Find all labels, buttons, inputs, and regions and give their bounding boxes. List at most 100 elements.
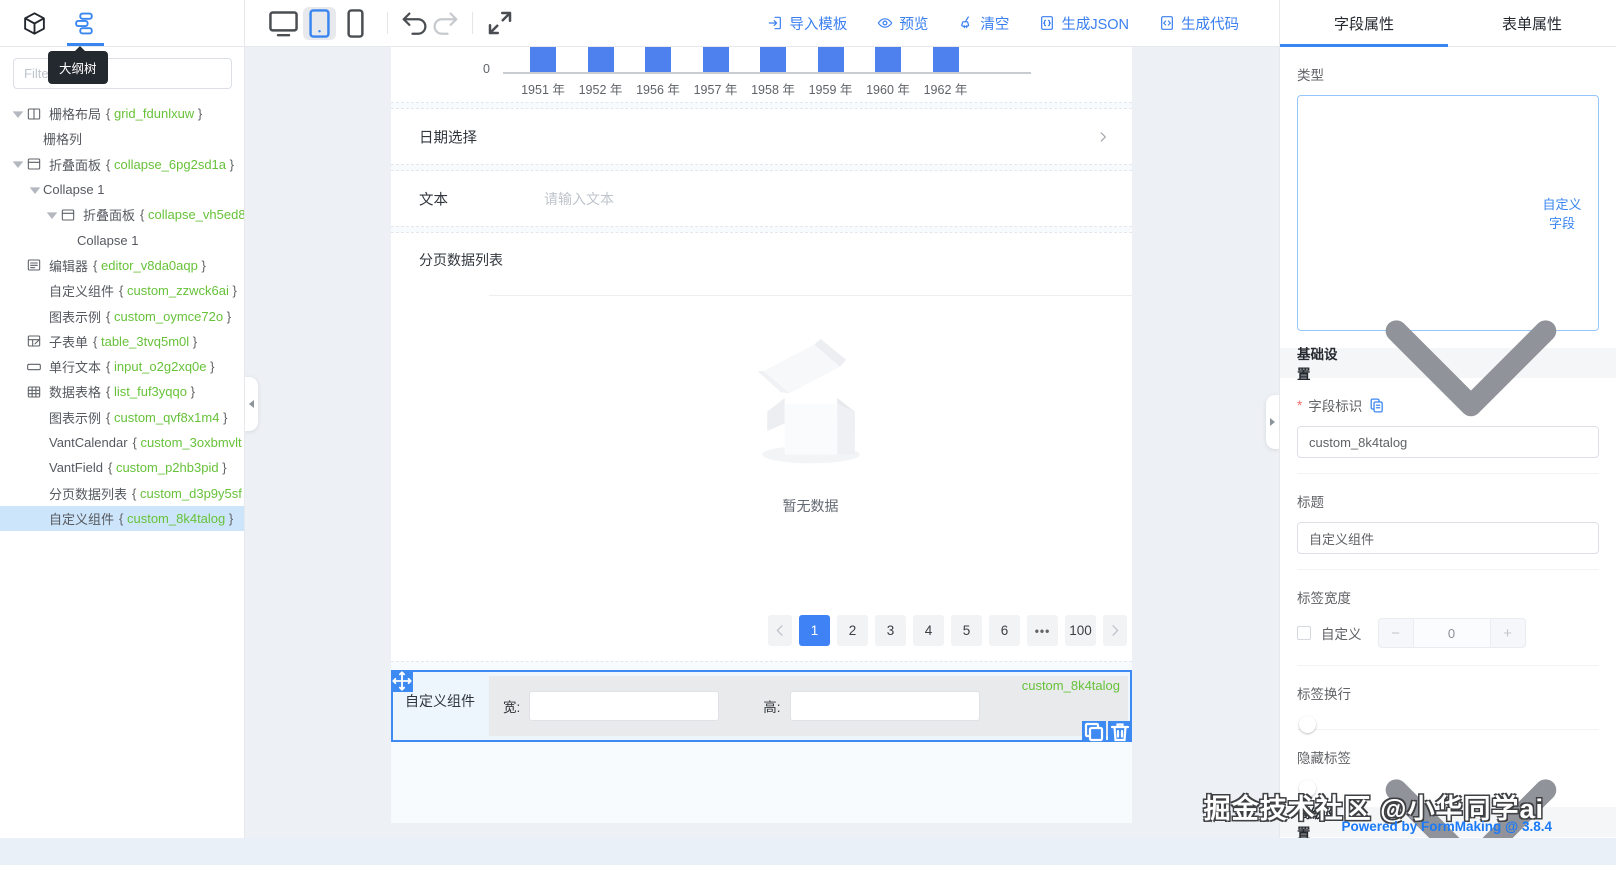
prev-page-button[interactable]: [768, 615, 792, 646]
page-button-100[interactable]: 100: [1065, 615, 1096, 646]
tree-item-custom_qvf8x1m4[interactable]: 图表示例{ custom_qvf8x1m4 }: [0, 405, 244, 430]
subform-icon: [26, 333, 42, 349]
action-code-button[interactable]: 生成代码: [1159, 13, 1239, 34]
copy-widget-button[interactable]: [1082, 721, 1106, 742]
custom-widget-selected[interactable]: 自定义组件 宽: 高: custom_8k4talog: [391, 670, 1132, 742]
page-button-6[interactable]: 6: [989, 615, 1020, 646]
tree-item-栅格列[interactable]: 栅格列: [0, 126, 244, 151]
date-picker-label: 日期选择: [419, 130, 477, 146]
chart-bar: [760, 47, 786, 72]
tree-item-collapse_6pg2sd1a[interactable]: 折叠面板{ collapse_6pg2sd1a }: [0, 152, 244, 177]
text-field-widget[interactable]: 文本 请输入文本: [391, 170, 1132, 227]
widget-actions: [1080, 721, 1132, 742]
height-input[interactable]: [789, 691, 980, 721]
tab-form-properties[interactable]: 表单属性: [1448, 0, 1616, 46]
tree-item-Collapse 1[interactable]: Collapse 1: [0, 227, 244, 252]
basic-settings-title: 基础设置: [1297, 347, 1338, 383]
basic-settings-header[interactable]: 基础设置: [1280, 320, 1616, 417]
chart-widget[interactable]: 0 1951 年 1952 年 1956 年 1957 年 1958 年 1959 年 19…: [391, 47, 1132, 103]
stepper-increase-button[interactable]: +: [1491, 619, 1525, 647]
field-id-label: 字段标识: [1308, 399, 1363, 415]
input-icon: [26, 359, 42, 375]
tree-item-custom_oymce72o[interactable]: 图表示例{ custom_oymce72o }: [0, 303, 244, 328]
tree-item-table_3tvq5m0l[interactable]: 子表单{ table_3tvq5m0l }: [0, 329, 244, 354]
title-label: 标题: [1297, 495, 1324, 511]
date-picker-widget[interactable]: 日期选择: [391, 108, 1132, 165]
tree-item-Collapse 1[interactable]: Collapse 1: [0, 177, 244, 202]
empty-box-illustration: [728, 326, 894, 472]
title-input[interactable]: [1297, 522, 1599, 555]
caret-down-icon[interactable]: [27, 182, 43, 198]
chart-bar: [530, 47, 556, 72]
device-phone-button[interactable]: [339, 7, 372, 40]
filter-input[interactable]: [13, 58, 232, 89]
width-input[interactable]: [529, 691, 720, 721]
caret-down-icon[interactable]: [44, 207, 60, 223]
tree-item-input_o2g2xq0e[interactable]: 单行文本{ input_o2g2xq0e }: [0, 354, 244, 379]
collapse-icon: [60, 207, 76, 223]
drag-handle[interactable]: [391, 670, 413, 692]
type-button-label: 自定义字段: [1542, 196, 1582, 231]
outline-tree-button[interactable]: [67, 0, 104, 46]
paged-list-widget[interactable]: 分页数据列表 暂无数据 1 2 3 4 5 6 ••• 100: [391, 232, 1132, 662]
delete-widget-button[interactable]: [1108, 721, 1132, 742]
tree-item-custom_d3p9y5sf[interactable]: 分页数据列表{ custom_d3p9y5sf }: [0, 480, 244, 505]
chart-x-tick-label: 1958 年: [751, 83, 795, 97]
tree-item-id: { custom_qvf8x1m4 }: [106, 409, 228, 425]
broom-icon: [958, 15, 974, 31]
tree-item-collapse_vh5ed878[interactable]: 折叠面板{ collapse_vh5ed878 }: [0, 202, 244, 227]
action-import-button[interactable]: 导入模板: [767, 13, 847, 34]
next-page-button[interactable]: [1103, 615, 1127, 646]
stepper-value[interactable]: 0: [1412, 619, 1491, 648]
chart-bar: [702, 47, 729, 72]
pagination: 1 2 3 4 5 6 ••• 100: [768, 615, 1127, 646]
puzzle-icon: [26, 510, 42, 526]
action-json-button[interactable]: 生成JSON: [1039, 13, 1129, 34]
header-toolbar: 导入模板 预览 清空 生成JSON 生成代码: [245, 0, 1279, 46]
puzzle-icon: [26, 283, 42, 299]
formmaking-app: 导入模板 预览 清空 生成JSON 生成代码 字段属性 表单属性 大纲树 栅格布局{ g…: [0, 0, 1616, 870]
design-canvas[interactable]: 0 1951 年 1952 年 1956 年 1957 年 1958 年 1959 年 19…: [245, 47, 1279, 838]
tree-item-grid_fdunlxuw[interactable]: 栅格布局{ grid_fdunlxuw }: [0, 101, 244, 126]
page-button-1[interactable]: 1: [799, 615, 830, 646]
action-label: 生成JSON: [1061, 16, 1129, 33]
device-tablet-button[interactable]: [303, 6, 336, 40]
tree-item-custom_zzwck6ai[interactable]: 自定义组件{ custom_zzwck6ai }: [0, 278, 244, 303]
paged-list-label: 分页数据列表: [419, 252, 503, 268]
tree-item-id: { custom_oymce72o }: [106, 308, 232, 324]
collapse-right-panel-handle[interactable]: [1266, 395, 1279, 449]
tree-item-label: 折叠面板: [49, 157, 102, 173]
action-broom-button[interactable]: 清空: [958, 13, 1009, 34]
tab-field-properties[interactable]: 字段属性: [1280, 0, 1448, 47]
device-desktop-button[interactable]: [267, 7, 300, 40]
text-field-placeholder: 请输入文本: [544, 190, 614, 207]
chart-x-tick-label: 1960 年: [866, 83, 910, 97]
page-ellipsis[interactable]: •••: [1027, 615, 1058, 646]
collapse-left-panel-handle[interactable]: [245, 377, 258, 431]
caret-down-icon[interactable]: [10, 106, 26, 122]
caret-down-icon[interactable]: [10, 156, 26, 172]
redo-button[interactable]: [430, 8, 460, 38]
triangle-right-icon: [1270, 418, 1275, 426]
tree-item-editor_v8da0aqp[interactable]: 编辑器{ editor_v8da0aqp }: [0, 253, 244, 278]
expand-icon: [485, 8, 515, 38]
copy-id-icon[interactable]: [1368, 397, 1385, 414]
tree-item-custom_p2hb3pid[interactable]: VantField{ custom_p2hb3pid }: [0, 455, 244, 480]
custom-width-checkbox[interactable]: [1297, 626, 1311, 641]
page-button-4[interactable]: 4: [913, 615, 944, 646]
tree-item-list_fuf3yqqo[interactable]: 数据表格{ list_fuf3yqqo }: [0, 379, 244, 404]
outline-tree: 栅格布局{ grid_fdunlxuw } 栅格列 折叠面板{ collapse_6…: [0, 101, 244, 532]
puzzle-icon: [26, 435, 42, 451]
undo-button[interactable]: [400, 8, 430, 38]
page-button-5[interactable]: 5: [951, 615, 982, 646]
fullscreen-button[interactable]: [485, 8, 515, 38]
tree-item-custom_8k4talog[interactable]: 自定义组件{ custom_8k4talog }: [0, 505, 244, 532]
stepper-decrease-button[interactable]: −: [1379, 619, 1413, 647]
chart-x-tick-label: 1951 年: [521, 83, 565, 97]
tree-item-custom_3oxbmvlt[interactable]: VantCalendar { custom_3oxbmvlt }: [0, 430, 244, 455]
action-eye-button[interactable]: 预览: [877, 13, 928, 34]
page-button-2[interactable]: 2: [837, 615, 868, 646]
logo-cube-icon: [22, 11, 47, 36]
field-id-input[interactable]: [1297, 426, 1599, 459]
page-button-3[interactable]: 3: [875, 615, 906, 646]
